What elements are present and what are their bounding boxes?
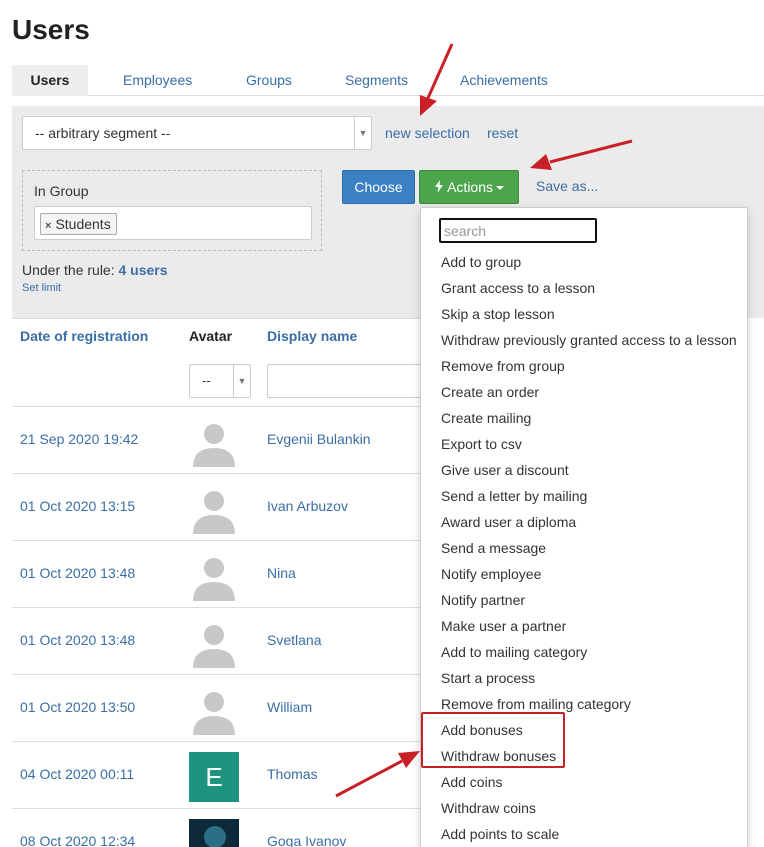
display-name[interactable]: Svetlana bbox=[267, 632, 321, 648]
group-condition-box: In Group × Students bbox=[22, 170, 322, 251]
registration-date[interactable]: 04 Oct 2020 00:11 bbox=[20, 766, 134, 782]
menu-item-export-csv[interactable]: Export to csv bbox=[441, 436, 522, 452]
registration-date[interactable]: 01 Oct 2020 13:48 bbox=[20, 565, 135, 581]
tab-employees[interactable]: Employees bbox=[123, 65, 192, 96]
menu-item-grant-lesson-access[interactable]: Grant access to a lesson bbox=[441, 280, 595, 296]
display-name[interactable]: Evgenii Bulankin bbox=[267, 431, 371, 447]
registration-date[interactable]: 21 Sep 2020 19:42 bbox=[20, 431, 138, 447]
column-header-name[interactable]: Display name bbox=[267, 328, 357, 344]
menu-item-remove-mailing-category[interactable]: Remove from mailing category bbox=[441, 696, 631, 712]
lightning-icon bbox=[434, 180, 443, 193]
menu-item-add-points-to-scale[interactable]: Add points to scale bbox=[441, 826, 559, 842]
group-condition-label: In Group bbox=[34, 183, 89, 199]
menu-item-notify-partner[interactable]: Notify partner bbox=[441, 592, 525, 608]
tab-users[interactable]: Users bbox=[12, 65, 88, 96]
menu-item-award-diploma[interactable]: Award user a diploma bbox=[441, 514, 576, 530]
menu-item-create-mailing[interactable]: Create mailing bbox=[441, 410, 531, 426]
set-limit-link[interactable]: Set limit bbox=[22, 282, 61, 294]
table-row: 21 Sep 2020 19:42 Evgenii Bulankin bbox=[12, 407, 420, 474]
menu-item-start-process[interactable]: Start a process bbox=[441, 670, 535, 686]
highlight-box-bonuses bbox=[421, 712, 565, 768]
display-name[interactable]: Nina bbox=[267, 565, 296, 581]
display-name[interactable]: Ivan Arbuzov bbox=[267, 498, 348, 514]
name-filter-input[interactable] bbox=[267, 364, 427, 398]
avatar-filter-value: -- bbox=[202, 373, 211, 388]
caret-down-icon bbox=[496, 186, 505, 191]
table-row: 08 Oct 2020 12:34 Goga Ivanov bbox=[12, 809, 420, 847]
menu-item-withdraw-lesson-access[interactable]: Withdraw previously granted access to a … bbox=[441, 332, 737, 348]
registration-date[interactable]: 08 Oct 2020 12:34 bbox=[20, 833, 135, 847]
group-chip: × Students bbox=[40, 213, 117, 235]
table-row: 01 Oct 2020 13:50 William bbox=[12, 675, 420, 742]
user-silhouette-icon bbox=[193, 424, 235, 467]
user-silhouette-icon bbox=[193, 692, 235, 735]
page-title: Users bbox=[12, 14, 90, 45]
menu-item-notify-employee[interactable]: Notify employee bbox=[441, 566, 541, 582]
user-silhouette-icon bbox=[193, 558, 235, 601]
table-row: 01 Oct 2020 13:48 Nina bbox=[12, 541, 420, 608]
menu-item-send-message[interactable]: Send a message bbox=[441, 540, 546, 556]
menu-item-add-coins[interactable]: Add coins bbox=[441, 774, 502, 790]
menu-item-withdraw-coins[interactable]: Withdraw coins bbox=[441, 800, 536, 816]
tab-groups[interactable]: Groups bbox=[246, 65, 292, 96]
rule-prefix: Under the rule: bbox=[22, 262, 115, 278]
table-row: 04 Oct 2020 00:11 E Thomas bbox=[12, 742, 420, 809]
user-silhouette-icon bbox=[193, 491, 235, 534]
actions-button-label: Actions bbox=[447, 179, 494, 195]
menu-item-create-order[interactable]: Create an order bbox=[441, 384, 539, 400]
menu-item-remove-from-group[interactable]: Remove from group bbox=[441, 358, 565, 374]
table-row: 01 Oct 2020 13:48 Svetlana bbox=[12, 608, 420, 675]
registration-date[interactable]: 01 Oct 2020 13:15 bbox=[20, 498, 135, 514]
menu-item-send-letter[interactable]: Send a letter by mailing bbox=[441, 488, 587, 504]
save-as-link[interactable]: Save as... bbox=[536, 178, 598, 194]
display-name[interactable]: Goga Ivanov bbox=[267, 833, 346, 847]
registration-date[interactable]: 01 Oct 2020 13:48 bbox=[20, 632, 135, 648]
chevron-down-icon: ▼ bbox=[354, 117, 371, 149]
segment-select-value: -- arbitrary segment -- bbox=[35, 125, 171, 141]
registration-date[interactable]: 01 Oct 2020 13:50 bbox=[20, 699, 135, 715]
tab-bar: Users Employees Groups Segments Achievem… bbox=[12, 65, 764, 96]
menu-item-add-mailing-category[interactable]: Add to mailing category bbox=[441, 644, 587, 660]
new-selection-link[interactable]: new selection bbox=[385, 125, 470, 141]
table-row: 01 Oct 2020 13:15 Ivan Arbuzov bbox=[12, 474, 420, 541]
display-name[interactable]: William bbox=[267, 699, 312, 715]
user-silhouette-icon bbox=[193, 625, 235, 668]
menu-item-give-discount[interactable]: Give user a discount bbox=[441, 462, 569, 478]
avatar: E bbox=[189, 752, 239, 802]
rule-summary: Under the rule: 4 users bbox=[22, 262, 168, 278]
column-header-avatar: Avatar bbox=[189, 328, 233, 344]
choose-button[interactable]: Choose bbox=[342, 170, 415, 204]
actions-button[interactable]: Actions bbox=[419, 170, 519, 204]
chevron-down-icon: ▼ bbox=[233, 365, 250, 397]
reset-link[interactable]: reset bbox=[487, 125, 518, 141]
menu-item-add-to-group[interactable]: Add to group bbox=[441, 254, 521, 270]
group-input[interactable]: × Students bbox=[34, 206, 312, 240]
tab-achievements[interactable]: Achievements bbox=[460, 65, 548, 96]
menu-item-skip-stop-lesson[interactable]: Skip a stop lesson bbox=[441, 306, 555, 322]
display-name[interactable]: Thomas bbox=[267, 766, 318, 782]
column-header-date[interactable]: Date of registration bbox=[20, 328, 148, 344]
segment-select[interactable]: -- arbitrary segment -- ▼ bbox=[22, 116, 372, 150]
actions-search-input[interactable] bbox=[439, 218, 597, 243]
remove-chip-icon[interactable]: × bbox=[45, 220, 51, 232]
avatar bbox=[189, 819, 239, 847]
rule-count: 4 users bbox=[118, 262, 168, 278]
avatar-filter-select[interactable]: -- ▼ bbox=[189, 364, 251, 398]
menu-item-make-partner[interactable]: Make user a partner bbox=[441, 618, 566, 634]
tab-segments[interactable]: Segments bbox=[345, 65, 408, 96]
group-chip-label: Students bbox=[55, 216, 111, 232]
